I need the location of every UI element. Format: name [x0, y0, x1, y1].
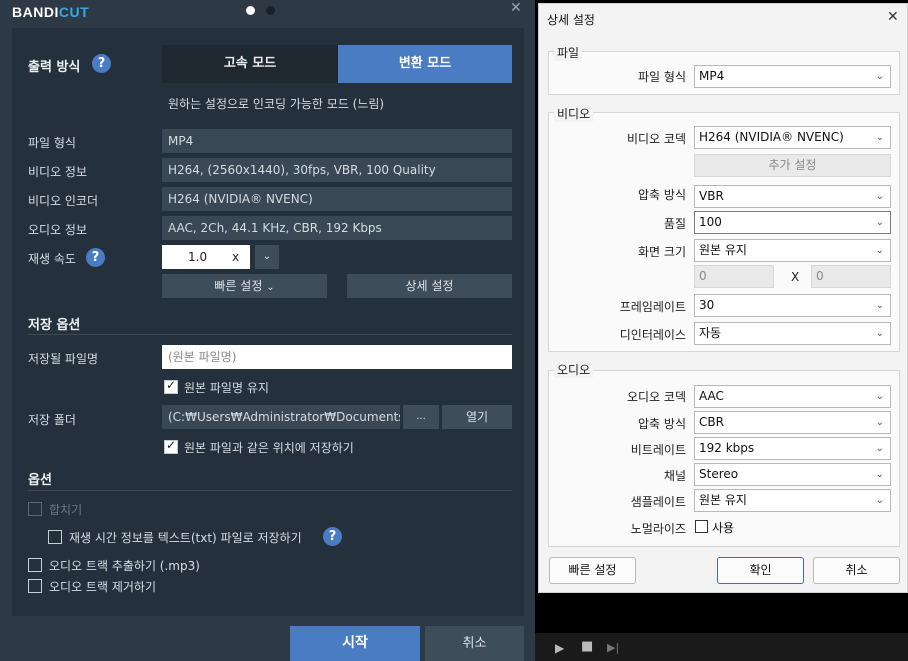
quality-select[interactable]: 100 ⌄	[694, 211, 891, 234]
video-info-label: 비디오 정보	[28, 165, 88, 179]
help-icon[interactable]: ?	[323, 527, 342, 546]
file-format-value: MP4	[162, 129, 512, 153]
video-codec-label: 비디오 코덱	[626, 132, 686, 146]
open-folder-button[interactable]: 열기	[442, 405, 512, 429]
same-location-label: 원본 파일과 같은 위치에 저장하기	[184, 441, 354, 455]
remove-audio-checkbox[interactable]	[28, 579, 42, 593]
convert-mode-button[interactable]: 변환 모드	[338, 45, 512, 83]
audio-codec-label: 오디오 코덱	[626, 390, 686, 404]
close-icon[interactable]: ✕	[887, 9, 899, 25]
framerate-label: 프레임레이트	[619, 300, 686, 314]
quick-settings-button[interactable]: 빠른 설정 ⌄	[162, 274, 327, 298]
bitrate-select[interactable]: 192 kbps ⌄	[694, 437, 891, 460]
file-format-select[interactable]: MP4 ⌄	[694, 65, 891, 88]
extract-audio-label: 오디오 트랙 추출하기 (.mp3)	[49, 559, 200, 573]
audio-compression-select[interactable]: CBR ⌄	[694, 411, 891, 434]
normalize-label: 노멀라이즈	[630, 522, 686, 536]
samplerate-label: 샘플레이트	[630, 495, 686, 509]
audio-group-title: 오디오	[554, 361, 594, 378]
channel-label: 채널	[663, 469, 686, 483]
keep-name-label: 원본 파일명 유지	[184, 381, 269, 395]
next-frame-icon[interactable]: ▶|	[607, 641, 619, 654]
divider	[28, 490, 512, 491]
cancel-button[interactable]: 취소	[425, 626, 524, 661]
samplerate-select[interactable]: 원본 유지 ⌄	[694, 489, 891, 512]
dialog-title: 상세 설정	[547, 13, 595, 27]
bandicut-window: BANDICUT ✕ 출력 방식 ? 고속 모드 변환 모드 원하는 설정으로 …	[0, 0, 535, 661]
screen-size-label: 화면 크기	[638, 245, 686, 259]
detail-settings-dialog: 상세 설정 ✕ 파일 파일 형식 MP4 ⌄ 비디오 비디오 코덱 H264 (N…	[538, 3, 908, 593]
normalize-use-label: 사용	[712, 521, 735, 535]
save-options-heading: 저장 옵션	[28, 318, 81, 333]
bandicut-logo: BANDICUT	[12, 4, 90, 20]
screen-size-select[interactable]: 원본 유지 ⌄	[694, 239, 891, 262]
options-heading: 옵션	[28, 473, 52, 488]
width-input[interactable]: 0	[694, 265, 774, 288]
chevron-down-icon[interactable]: ⌄	[255, 245, 279, 269]
help-icon[interactable]: ?	[86, 248, 105, 267]
save-folder-path[interactable]: (C:₩Users₩Administrator₩Documents₩Ba	[162, 405, 400, 429]
extra-settings-button[interactable]: 추가 설정	[694, 154, 891, 177]
fast-mode-button[interactable]: 고속 모드	[162, 45, 338, 83]
bitrate-label: 비트레이트	[630, 443, 686, 457]
dialog-cancel-button[interactable]: 취소	[813, 557, 900, 584]
quality-label: 품질	[663, 217, 686, 231]
page-dot-active[interactable]	[246, 6, 255, 15]
filename-input[interactable]: (원본 파일명)	[162, 345, 512, 369]
settings-panel: 출력 방식 ? 고속 모드 변환 모드 원하는 설정으로 인코딩 가능한 모드 …	[12, 28, 524, 616]
audio-compression-label: 압축 방식	[638, 417, 686, 431]
audio-info-value: AAC, 2Ch, 44.1 KHz, CBR, 192 Kbps	[162, 216, 512, 240]
file-group-title: 파일	[554, 44, 583, 61]
stop-icon[interactable]: ■	[581, 639, 593, 654]
video-encoder-label: 비디오 인코더	[28, 194, 99, 208]
speed-label: 재생 속도	[28, 252, 76, 266]
help-icon[interactable]: ?	[92, 54, 111, 73]
file-format-label: 파일 형식	[638, 70, 686, 84]
compression-select[interactable]: VBR ⌄	[694, 185, 891, 208]
speed-input[interactable]: 1.0 x	[162, 245, 250, 269]
deinterlace-label: 디인터레이스	[619, 328, 686, 342]
save-time-checkbox[interactable]	[48, 530, 62, 544]
compression-label: 압축 방식	[638, 188, 686, 202]
height-input[interactable]: 0	[811, 265, 891, 288]
file-format-label: 파일 형식	[28, 136, 76, 150]
video-codec-select[interactable]: H264 (NVIDIA® NVENC) ⌄	[694, 126, 891, 149]
normalize-checkbox[interactable]	[695, 520, 708, 533]
detail-settings-button[interactable]: 상세 설정	[347, 274, 512, 298]
channel-select[interactable]: Stereo ⌄	[694, 463, 891, 486]
play-icon[interactable]: ▶	[555, 641, 564, 655]
audio-codec-select[interactable]: AAC ⌄	[694, 385, 891, 408]
remove-audio-label: 오디오 트랙 제거하기	[49, 580, 156, 594]
video-info-value: H264, (2560x1440), 30fps, VBR, 100 Quali…	[162, 158, 512, 182]
start-button[interactable]: 시작	[290, 626, 420, 661]
output-mode-label: 출력 방식	[28, 60, 81, 75]
ok-button[interactable]: 확인	[717, 557, 804, 584]
browse-button[interactable]: ...	[403, 405, 439, 429]
mode-description: 원하는 설정으로 인코딩 가능한 모드 (느림)	[168, 97, 385, 111]
filename-label: 저장될 파일명	[28, 352, 99, 366]
merge-label: 합치기	[49, 503, 83, 517]
divider	[28, 334, 512, 335]
same-location-checkbox[interactable]: ✓	[164, 438, 178, 454]
video-group-title: 비디오	[554, 105, 594, 122]
size-separator: X	[791, 270, 800, 284]
framerate-select[interactable]: 30 ⌄	[694, 294, 891, 317]
audio-info-label: 오디오 정보	[28, 223, 88, 237]
video-encoder-value: H264 (NVIDIA® NVENC)	[162, 187, 512, 211]
dialog-quick-settings-button[interactable]: 빠른 설정	[549, 557, 636, 584]
save-folder-label: 저장 폴더	[28, 413, 76, 427]
deinterlace-select[interactable]: 자동 ⌄	[694, 322, 891, 345]
keep-name-checkbox[interactable]: ✓	[164, 378, 178, 394]
save-time-label: 재생 시간 정보를 텍스트(txt) 파일로 저장하기	[69, 531, 302, 545]
merge-checkbox[interactable]	[28, 502, 42, 516]
player-bar: ▶ ■ ▶|	[535, 633, 908, 661]
extract-audio-checkbox[interactable]	[28, 558, 42, 572]
page-dot[interactable]	[266, 6, 275, 15]
close-icon[interactable]: ✕	[510, 0, 522, 16]
